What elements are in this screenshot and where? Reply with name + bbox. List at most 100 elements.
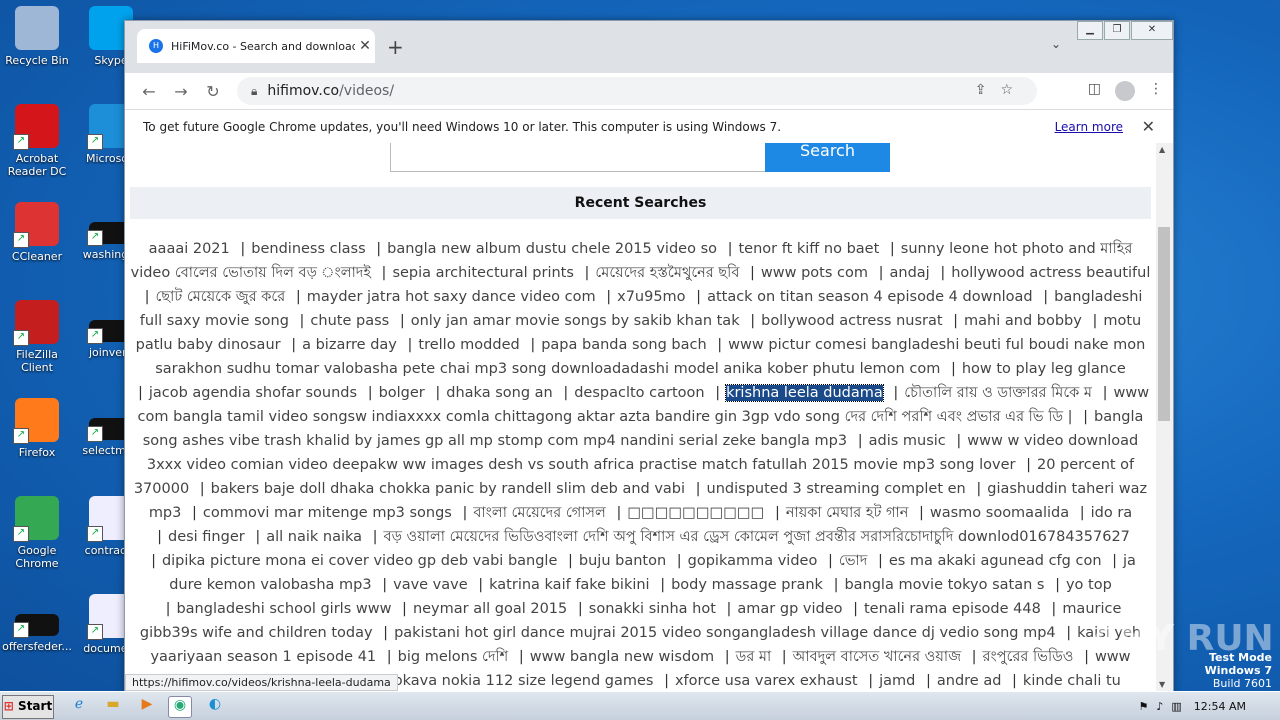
desktop-shortcut[interactable]: ↗ Firefox — [2, 398, 72, 459]
recent-search-link[interactable]: attack on titan season 4 episode 4 downl… — [707, 289, 1033, 305]
chrome-taskbar-icon[interactable]: ◉ — [168, 696, 192, 718]
recent-search-link[interactable]: krishna leela dudama — [725, 384, 884, 402]
explorer-folder-icon[interactable]: ▬ — [102, 696, 124, 716]
scroll-down-icon[interactable]: ▼ — [1159, 680, 1165, 689]
recent-search-link[interactable]: body massage prank — [671, 577, 823, 593]
recent-search-link[interactable]: □□□□□□□□□□ — [627, 505, 764, 521]
recent-search-link[interactable]: gopikamma video — [688, 553, 818, 569]
tray-network-icon[interactable]: ▥ — [1171, 700, 1181, 713]
recent-search-link[interactable]: bangla new album dustu chele 2015 video … — [387, 241, 717, 257]
close-tab-icon[interactable]: ✕ — [355, 38, 375, 54]
recent-search-link[interactable]: trello modded — [418, 337, 519, 353]
recent-search-link[interactable]: ido ra — [1091, 505, 1133, 521]
recent-search-link[interactable]: www bangla new wisdom — [530, 649, 714, 665]
minimize-icon[interactable]: ▁ — [1077, 21, 1103, 40]
desktop-shortcut[interactable]: ↗ CCleaner — [2, 202, 72, 263]
start-button[interactable]: ⊞ Start — [2, 695, 54, 719]
recent-search-link[interactable]: vave vave — [393, 577, 468, 593]
recent-search-link[interactable]: chute pass — [310, 313, 389, 329]
recent-search-link[interactable]: আবদুল বাসেত খানের ওয়াজ — [793, 649, 961, 665]
recent-search-link[interactable]: commovi mar mitenge mp3 songs — [203, 505, 452, 521]
recent-search-link[interactable]: hollywood actress beautiful — [951, 265, 1150, 281]
recent-search-link[interactable]: despaclto cartoon — [574, 385, 704, 401]
recent-search-link[interactable]: jacob agendia shofar sounds — [149, 385, 357, 401]
recent-search-link[interactable]: katrina kaif fake bikini — [489, 577, 649, 593]
side-panel-icon[interactable]: ◫ — [1088, 81, 1101, 101]
recent-search-link[interactable]: mahi and bobby — [964, 313, 1082, 329]
new-tab-icon[interactable]: + — [387, 35, 404, 59]
recent-search-link[interactable]: bollywood actress nusrat — [761, 313, 942, 329]
recent-search-link[interactable]: adis music — [869, 433, 946, 449]
maximize-icon[interactable]: ❐ — [1104, 21, 1130, 40]
recent-search-link[interactable]: big melons দেশি — [398, 649, 509, 665]
recent-search-link[interactable]: নায়কা মেঘার হট গান — [786, 505, 909, 521]
profile-avatar[interactable] — [1115, 81, 1135, 101]
recent-search-link[interactable]: papa banda song bach — [541, 337, 706, 353]
recent-search-link[interactable]: how to play leg glance — [962, 361, 1126, 377]
recent-search-link[interactable]: চৌতালি রায় ও ডাক্তারর মিকে ম — [904, 385, 1092, 401]
recent-search-link[interactable]: amar gp video — [737, 601, 842, 617]
recent-search-link[interactable]: buju banton — [579, 553, 666, 569]
close-infobar-icon[interactable]: ✕ — [1142, 117, 1155, 136]
lock-icon[interactable]: 🔒︎ — [251, 84, 257, 99]
recent-search-link[interactable]: yo top — [1066, 577, 1112, 593]
recent-search-link[interactable]: only jan amar movie songs by sakib khan … — [411, 313, 740, 329]
desktop-shortcut[interactable]: ↗ FileZilla Client — [2, 300, 72, 374]
share-icon[interactable]: ⇪ — [975, 82, 1001, 98]
recent-search-link[interactable]: tenali rama episode 448 — [864, 601, 1041, 617]
desktop-shortcut[interactable]: ↗ Acrobat Reader DC — [2, 104, 72, 178]
bookmark-star-icon[interactable]: ☆ — [1000, 82, 1027, 98]
recent-search-link[interactable]: all naik naika — [266, 529, 362, 545]
close-window-icon[interactable]: ✕ — [1131, 21, 1173, 40]
recent-search-link[interactable]: বড় ওয়ালা মেয়েদের ভিডিওবাংলা দেশি অপু … — [384, 529, 1130, 545]
desktop-shortcut[interactable]: Recycle Bin — [2, 6, 72, 67]
edge-taskbar-icon[interactable]: ◐ — [204, 696, 226, 716]
browser-tab[interactable]: H HiFiMov.co - Search and download a ✕ — [137, 29, 375, 63]
desktop-shortcut[interactable]: ↗ Google Chrome — [2, 496, 72, 570]
recent-search-link[interactable]: tenor ft kiff no baet — [739, 241, 880, 257]
forward-arrow-icon[interactable]: → — [165, 82, 197, 101]
tray-volume-icon[interactable]: ♪ — [1156, 700, 1163, 713]
scroll-thumb[interactable] — [1158, 227, 1170, 421]
recent-search-link[interactable]: undisputed 3 streaming complet en — [707, 481, 966, 497]
recent-search-link[interactable]: pakistani hot girl dance mujrai 2015 vid… — [394, 625, 1056, 641]
recent-search-link[interactable]: jamd — [879, 673, 915, 689]
recent-search-link[interactable]: kinde chali tu — [1023, 673, 1121, 689]
reload-icon[interactable]: ↻ — [197, 82, 229, 101]
recent-search-link[interactable]: wasmo soomaalida — [930, 505, 1069, 521]
recent-search-link[interactable]: ছোট মেয়েকে জুর করে — [155, 289, 285, 305]
tab-search-chevron-down-icon[interactable]: ⌄ — [1051, 37, 1061, 51]
desktop-shortcut[interactable]: ↗ offersfeder... — [2, 594, 72, 653]
recent-search-link[interactable]: a bizarre day — [302, 337, 397, 353]
recent-search-link[interactable]: desi finger — [168, 529, 245, 545]
recent-search-link[interactable]: es ma akaki agunead cfg con — [889, 553, 1102, 569]
recent-search-link[interactable]: sepia architectural prints — [392, 265, 573, 281]
recent-search-link[interactable]: dhaka song an — [446, 385, 552, 401]
recent-search-link[interactable]: andaj — [890, 265, 930, 281]
vertical-scrollbar[interactable]: ▲ ▼ — [1156, 143, 1173, 693]
search-input[interactable] — [390, 143, 766, 172]
recent-search-link[interactable]: বাংলা মেয়েদের গোসল — [473, 505, 605, 521]
tray-flag-icon[interactable]: ⚑ — [1138, 700, 1148, 713]
menu-kebab-icon[interactable]: ⋮ — [1149, 81, 1163, 101]
ie-icon[interactable]: ℯ — [68, 696, 90, 716]
search-button[interactable]: Search — [765, 143, 890, 172]
recent-search-link[interactable]: andre ad — [937, 673, 1002, 689]
recent-search-link[interactable]: bangladeshi school girls www — [176, 601, 391, 617]
clock[interactable]: 12:54 AM — [1194, 700, 1246, 713]
back-arrow-icon[interactable]: ← — [133, 82, 165, 101]
recent-search-link[interactable]: sonakki sinha hot — [589, 601, 716, 617]
recent-search-link[interactable]: neymar all goal 2015 — [413, 601, 567, 617]
recent-search-link[interactable]: mayder jatra hot saxy dance video com — [307, 289, 596, 305]
recent-search-link[interactable]: aaaai 2021 — [149, 241, 230, 257]
recent-search-link[interactable]: ভোদ — [839, 553, 868, 569]
recent-search-link[interactable]: bendiness class — [251, 241, 365, 257]
address-bar[interactable]: 🔒︎ hifimov.co/videos/ ⇪☆ — [237, 77, 1037, 105]
scroll-up-icon[interactable]: ▲ — [1159, 145, 1165, 154]
recent-search-link[interactable]: dipika picture mona ei cover video gp de… — [162, 553, 557, 569]
learn-more-link[interactable]: Learn more — [1055, 120, 1123, 134]
recent-search-link[interactable]: bakers baje doll dhaka chokka panic by r… — [211, 481, 685, 497]
recent-search-link[interactable]: xforce usa varex exhaust — [675, 673, 858, 689]
recent-search-link[interactable]: x7u95mo — [617, 289, 685, 305]
recent-search-link[interactable]: bolger — [379, 385, 425, 401]
